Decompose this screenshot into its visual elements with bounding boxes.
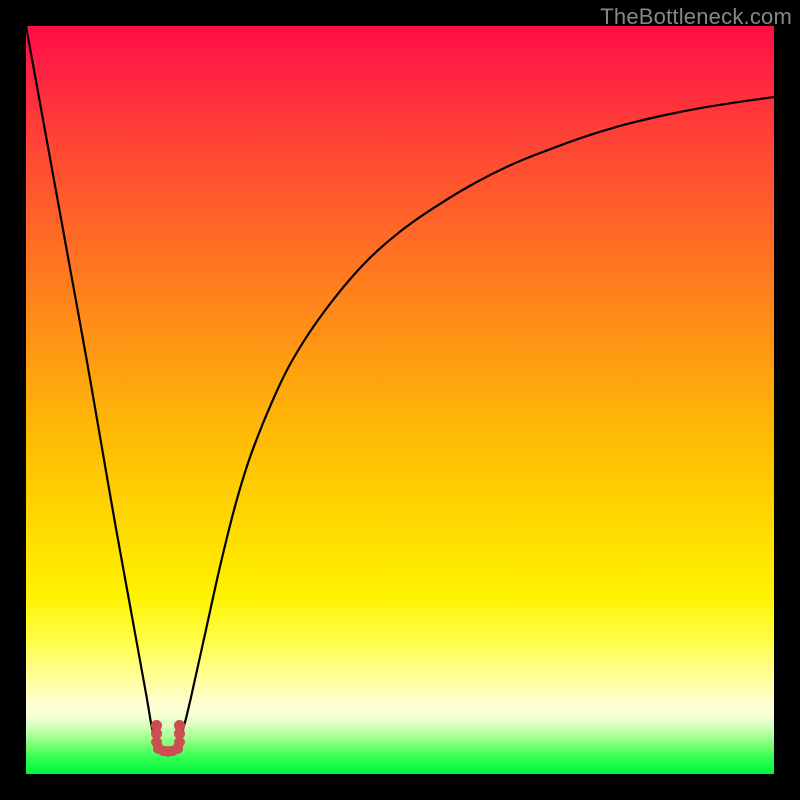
u-marker [26,26,774,774]
chart-frame: TheBottleneck.com [0,0,800,800]
watermark-text: TheBottleneck.com [600,4,792,30]
u-marker-dot [174,720,185,731]
plot-area [26,26,774,774]
